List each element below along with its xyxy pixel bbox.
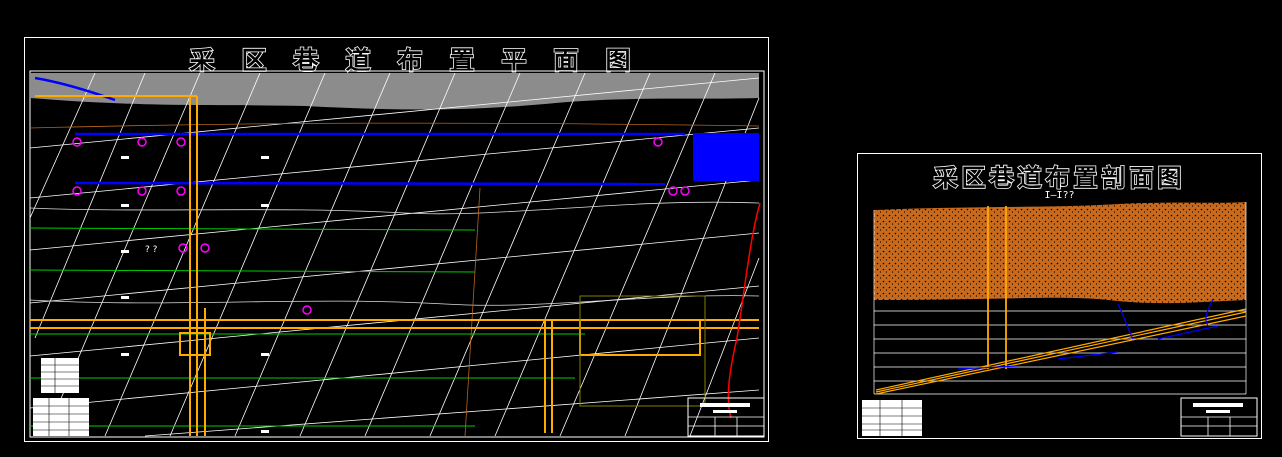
section-legend-table	[862, 400, 922, 436]
mining-panel-outline	[579, 295, 706, 407]
shafts	[30, 95, 759, 436]
rock-strata	[874, 202, 1246, 304]
plan-drawing-canvas: ? ?	[29, 70, 765, 438]
plan-label-unknown: ? ?	[145, 245, 158, 255]
boundary-curves	[29, 201, 760, 306]
plan-title-block	[687, 397, 765, 437]
section-drawing-sheet: 采区巷道布置剖面图 I—I??	[857, 153, 1262, 439]
section-title-block	[1180, 397, 1258, 437]
surface-band	[30, 73, 759, 110]
coordinate-grid	[29, 72, 760, 437]
reference-lines	[29, 122, 760, 437]
plan-drawing-sheet: 采区巷道布置平面图 ? ?	[24, 37, 769, 442]
plan-legend-table	[33, 358, 89, 436]
section-drawing-canvas	[862, 202, 1258, 437]
section-roadways	[957, 298, 1219, 370]
blue-block	[693, 133, 759, 181]
plan-small-marks	[121, 156, 269, 433]
